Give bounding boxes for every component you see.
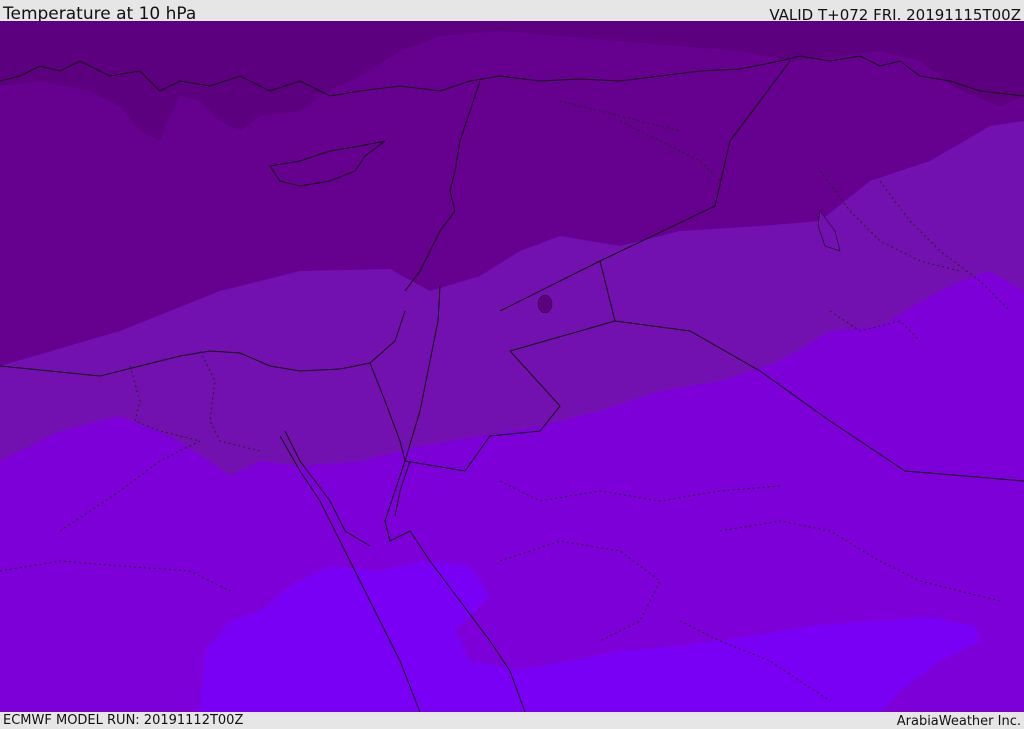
lake	[537, 294, 553, 314]
model-run-label: ECMWF MODEL RUN: 20191112T00Z	[3, 713, 244, 728]
header-bar: Temperature at 10 hPa VALID T+072 FRI. 2…	[0, 0, 1024, 24]
map-canvas	[0, 21, 1024, 712]
temperature-map[interactable]	[0, 21, 1024, 712]
credit-label: ArabiaWeather Inc.	[896, 714, 1021, 729]
footer-bar: ECMWF MODEL RUN: 20191112T00Z ArabiaWeat…	[0, 712, 1024, 729]
